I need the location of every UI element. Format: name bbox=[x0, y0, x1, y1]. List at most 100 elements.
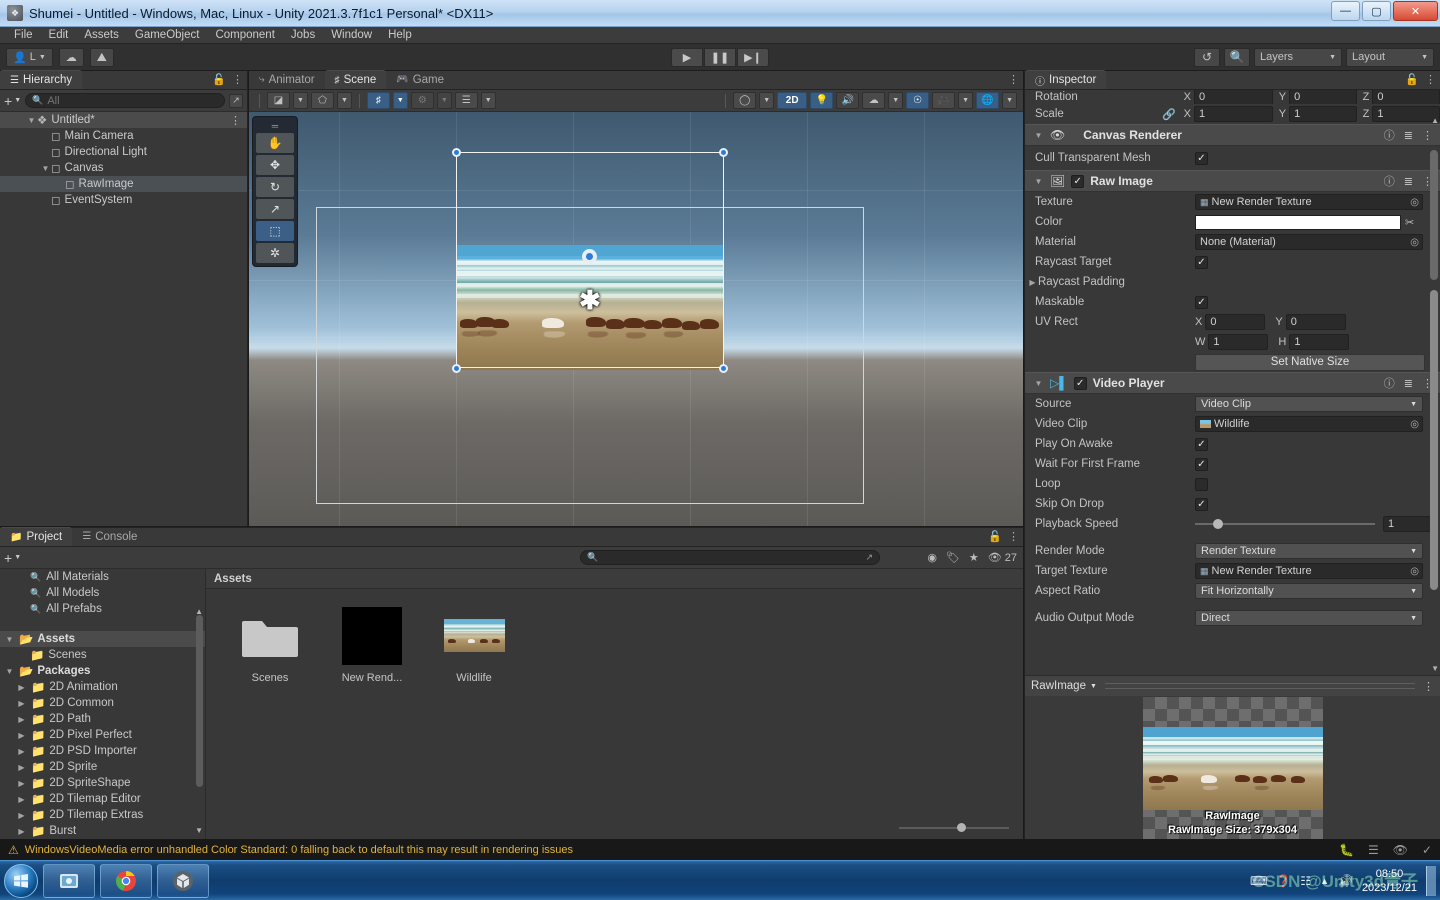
chevron-down-icon[interactable]: ▼ bbox=[1033, 177, 1044, 186]
uv-rect-x-field[interactable]: 0 bbox=[1205, 314, 1266, 330]
scene-canvas[interactable]: ✱ ═ ✋ ✥ ↻ ↗ ⬚ ✲ bbox=[249, 112, 1023, 526]
close-button[interactable]: ✕ bbox=[1393, 1, 1438, 21]
wireframe-cube-icon[interactable]: ⬠ bbox=[310, 92, 334, 109]
menu-help[interactable]: Help bbox=[380, 28, 420, 42]
chevron-down-icon[interactable]: ▼ bbox=[26, 116, 37, 125]
plastic-scm-button[interactable]: ⛰ bbox=[89, 47, 114, 67]
increment-dropdown-arrow[interactable]: ▼ bbox=[480, 92, 496, 109]
project-row-2d-spriteshape[interactable]: ▶ 📁 2D SpriteShape bbox=[0, 775, 205, 791]
chevron-right-icon[interactable]: ▶ bbox=[16, 795, 27, 804]
taskbar-app-explorer[interactable] bbox=[43, 863, 95, 898]
project-row-scenes[interactable]: 📁 Scenes bbox=[0, 647, 205, 663]
scale-y-field[interactable]: 1 bbox=[1289, 106, 1357, 122]
preset-icon[interactable]: ≣ bbox=[1404, 175, 1413, 188]
hierarchy-row-rawimage[interactable]: ◻ RawImage bbox=[0, 176, 247, 192]
chevron-right-icon[interactable]: ▶ bbox=[16, 763, 27, 772]
project-row-all-prefabs[interactable]: 🔍 All Prefabs bbox=[0, 601, 205, 617]
asset-item-new-render-texture[interactable]: New Rend... bbox=[334, 605, 410, 684]
menu-component[interactable]: Component bbox=[207, 28, 282, 42]
aspect-ratio-dropdown[interactable]: Fit Horizontally ▼ bbox=[1195, 583, 1423, 599]
project-row-2d-pixel-perfect[interactable]: ▶ 📁 2D Pixel Perfect bbox=[0, 727, 205, 743]
chevron-down-icon[interactable]: ▼ bbox=[1033, 131, 1044, 140]
effects-icon[interactable]: ☁ bbox=[862, 92, 886, 109]
project-row-2d-tilemap-editor[interactable]: ▶ 📁 2D Tilemap Editor bbox=[0, 791, 205, 807]
project-row-burst[interactable]: ▶ 📁 Burst bbox=[0, 823, 205, 839]
windows-start-orb[interactable] bbox=[4, 863, 38, 898]
light-bulb-icon[interactable]: 💡 bbox=[810, 92, 834, 109]
hand-tool[interactable]: ✋ bbox=[256, 133, 294, 153]
project-row-2d-sprite[interactable]: ▶ 📁 2D Sprite bbox=[0, 759, 205, 775]
chevron-right-icon[interactable]: ▶ bbox=[16, 715, 27, 724]
uv-rect-y-field[interactable]: 0 bbox=[1285, 314, 1346, 330]
preview-object-dropdown[interactable]: RawImage ▼ bbox=[1031, 680, 1097, 692]
video-clip-object-field[interactable]: Wildlife ◎ bbox=[1195, 416, 1423, 432]
menu-window[interactable]: Window bbox=[323, 28, 380, 42]
play-on-awake-checkbox[interactable]: ✓ bbox=[1195, 437, 1208, 451]
uv-rect-h-field[interactable]: 1 bbox=[1289, 334, 1350, 350]
step-button[interactable]: ▶❙ bbox=[737, 47, 769, 67]
hierarchy-row-main-camera[interactable]: ◻ Main Camera bbox=[0, 128, 247, 144]
hidden-objects-icon[interactable]: ☉ bbox=[906, 92, 930, 109]
preset-icon[interactable]: ≣ bbox=[1404, 377, 1413, 390]
project-add-button[interactable]: + ▼ bbox=[4, 550, 21, 566]
project-row-all-materials[interactable]: 🔍 All Materials bbox=[0, 569, 205, 585]
playback-speed-field[interactable]: 1 bbox=[1383, 516, 1431, 532]
grid-axis-icon[interactable]: ♯ bbox=[366, 92, 390, 109]
shaded-mode-icon[interactable]: ◪ bbox=[267, 92, 290, 109]
layout-dropdown[interactable]: Layout ▼ bbox=[1346, 47, 1434, 67]
search-icon[interactable]: 🔍 bbox=[1224, 47, 1250, 67]
lock-icon[interactable]: 🔓 bbox=[1405, 73, 1419, 86]
scale-tool[interactable]: ↗ bbox=[256, 199, 294, 219]
inspector-scroll-down-arrow[interactable]: ▼ bbox=[1431, 664, 1439, 673]
texture-object-field[interactable]: ▦ New Render Texture ◎ bbox=[1195, 194, 1423, 210]
audio-mute-icon[interactable]: 🔊 bbox=[836, 92, 860, 109]
chevron-right-icon[interactable]: ▶ bbox=[16, 827, 27, 836]
gizmos-globe-icon[interactable]: 🌐 bbox=[976, 92, 1000, 109]
render-mode-dropdown[interactable]: Render Texture ▼ bbox=[1195, 543, 1423, 559]
cull-transparent-mesh-checkbox[interactable]: ✓ bbox=[1195, 151, 1208, 165]
rotate-tool[interactable]: ↻ bbox=[256, 177, 294, 197]
palette-grip[interactable]: ═ bbox=[256, 120, 294, 131]
object-picker-icon[interactable]: ◎ bbox=[1410, 197, 1419, 208]
selection-handle-top-left[interactable] bbox=[452, 148, 461, 157]
scroll-up-arrow[interactable]: ▲ bbox=[195, 607, 203, 616]
layers-dropdown[interactable]: Layers ▼ bbox=[1254, 47, 1342, 67]
inspector-scroll-up-arrow[interactable]: ▲ bbox=[1431, 116, 1439, 125]
lock-icon[interactable]: 🔓 bbox=[988, 530, 1002, 543]
asset-item-wildlife[interactable]: Wildlife bbox=[436, 605, 512, 684]
menu-assets[interactable]: Assets bbox=[76, 28, 127, 42]
preset-icon[interactable]: ≣ bbox=[1404, 129, 1413, 142]
transform-tool[interactable]: ✲ bbox=[256, 243, 294, 263]
project-row-2d-psd-importer[interactable]: ▶ 📁 2D PSD Importer bbox=[0, 743, 205, 759]
snap-increment-icon[interactable]: ☰ bbox=[454, 92, 478, 109]
hierarchy-row-untitled[interactable]: ▼ ❖ Untitled* ⋮ bbox=[0, 112, 247, 128]
set-native-size-button[interactable]: Set Native Size bbox=[1195, 353, 1425, 371]
project-row-2d-path[interactable]: ▶ 📁 2D Path bbox=[0, 711, 205, 727]
chevron-right-icon[interactable]: ▶ bbox=[16, 683, 27, 692]
minimize-button[interactable]: — bbox=[1331, 1, 1360, 21]
target-texture-object-field[interactable]: ▦ New Render Texture ◎ bbox=[1195, 563, 1423, 579]
gizmos-dropdown-arrow[interactable]: ▼ bbox=[1002, 92, 1017, 109]
tab-console[interactable]: ☰ Console bbox=[72, 527, 147, 546]
hierarchy-search-input[interactable]: 🔍 All bbox=[25, 93, 225, 108]
maximize-button[interactable]: ▢ bbox=[1362, 1, 1391, 21]
rect-tool[interactable]: ⬚ bbox=[256, 221, 294, 241]
tab-animator[interactable]: ⤷ Animator bbox=[249, 70, 325, 89]
tab-inspector[interactable]: ⓘ Inspector bbox=[1025, 70, 1107, 89]
project-row-packages[interactable]: ▼ 📂 Packages bbox=[0, 663, 205, 679]
project-search-input[interactable]: 🔍 ↗ bbox=[580, 550, 880, 565]
kebab-menu-icon[interactable]: ⋮ bbox=[232, 73, 243, 86]
play-button[interactable]: ▶ bbox=[671, 47, 703, 67]
chevron-right-icon[interactable]: ▶ bbox=[16, 779, 27, 788]
lock-icon[interactable]: 🔓 bbox=[212, 73, 226, 86]
project-row-2d-common[interactable]: ▶ 📁 2D Common bbox=[0, 695, 205, 711]
project-zoom-knob[interactable] bbox=[957, 823, 966, 832]
scale-x-field[interactable]: 1 bbox=[1193, 106, 1273, 122]
object-picker-icon[interactable]: ◎ bbox=[1410, 566, 1419, 577]
project-row-2d-animation[interactable]: ▶ 📁 2D Animation bbox=[0, 679, 205, 695]
help-icon[interactable]: ⓘ bbox=[1384, 375, 1395, 391]
uv-rect-w-field[interactable]: 1 bbox=[1208, 334, 1269, 350]
chevron-right-icon[interactable]: ▶ bbox=[16, 747, 27, 756]
component-header-raw-image[interactable]: ▼ 🖼 ✓ Raw Image ⓘ ≣ ⋮ bbox=[1025, 170, 1440, 192]
loop-checkbox[interactable] bbox=[1195, 477, 1208, 491]
